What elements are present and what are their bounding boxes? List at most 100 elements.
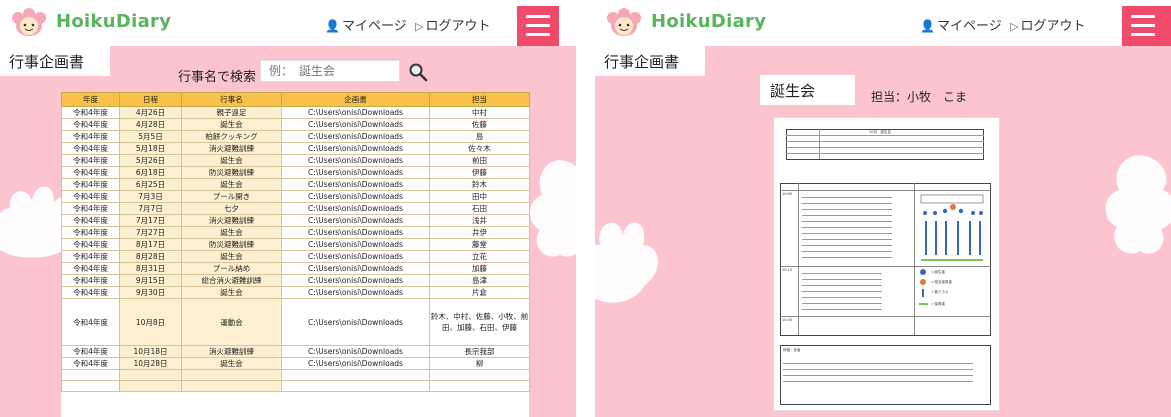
table-cell: 運動会 bbox=[181, 298, 282, 346]
table-row[interactable]: 令和4年度 8月28日 誕生会 C:\Users\onisi\Downloads 立花 bbox=[61, 250, 530, 263]
table-row[interactable]: 令和4年度 6月25日 誕生会 C:\Users\onisi\Downloads 鈴木 bbox=[61, 178, 530, 191]
table-cell: 令和4年度 bbox=[61, 357, 120, 370]
brand-logo-icon bbox=[607, 8, 641, 36]
plan-document-preview[interactable]: 10月 誕生会 10:00 10:15 10:30 ＝誕生者 ＝担当保育者 ＝各… bbox=[773, 117, 1000, 411]
plan-file-link[interactable]: C:\Users\onisi\Downloads bbox=[281, 262, 430, 275]
menu-bar bbox=[526, 33, 550, 36]
user-icon: 👤 bbox=[920, 19, 935, 33]
table-cell: 令和4年度 bbox=[61, 190, 120, 203]
evaluation-text-block bbox=[783, 360, 973, 386]
plan-file-link[interactable]: C:\Users\onisi\Downloads bbox=[281, 106, 430, 119]
table-cell: 加藤 bbox=[429, 262, 530, 275]
plan-file-link[interactable]: C:\Users\onisi\Downloads bbox=[281, 250, 430, 263]
brand-logo-icon bbox=[12, 8, 46, 36]
hamburger-menu-button[interactable] bbox=[1122, 6, 1171, 46]
logout-link[interactable]: ▷ ログアウト bbox=[415, 15, 490, 34]
table-cell bbox=[61, 369, 120, 381]
table-cell: 防災避難訓練 bbox=[181, 238, 282, 251]
table-row[interactable]: 令和4年度 5月26日 誕生会 C:\Users\onisi\Downloads 前田 bbox=[61, 154, 530, 167]
table-cell: 令和4年度 bbox=[61, 118, 120, 131]
table-row[interactable]: 令和4年度 6月18日 防災避難訓練 C:\Users\onisi\Downloads… bbox=[61, 166, 530, 179]
plan-file-link[interactable]: C:\Users\onisi\Downloads bbox=[281, 274, 430, 287]
table-cell: 令和4年度 bbox=[61, 214, 120, 227]
table-row[interactable]: 令和4年度 5月5日 柏餅クッキング C:\Users\onisi\Downloads… bbox=[61, 130, 530, 143]
mypage-link[interactable]: 👤 マイページ bbox=[920, 15, 1002, 34]
document-header-line: 10月 誕生会 bbox=[869, 130, 891, 134]
plan-file-link[interactable]: C:\Users\onisi\Downloads bbox=[281, 130, 430, 143]
plan-file-link[interactable]: C:\Users\onisi\Downloads bbox=[281, 214, 430, 227]
document-owner: 担当：小牧 こま bbox=[871, 90, 968, 104]
column-header: 企画書 bbox=[281, 92, 430, 107]
plan-file-link[interactable]: C:\Users\onisi\Downloads bbox=[281, 190, 430, 203]
plan-file-link[interactable]: C:\Users\onisi\Downloads bbox=[281, 226, 430, 239]
plan-file-link[interactable]: C:\Users\onisi\Downloads bbox=[281, 298, 430, 346]
plan-file-link[interactable]: C:\Users\onisi\Downloads bbox=[281, 286, 430, 299]
table-row[interactable]: 令和4年度 4月26日 親子遠足 C:\Users\onisi\Downloads 中村 bbox=[61, 106, 530, 119]
table-cell: 4月28日 bbox=[119, 118, 182, 131]
table-cell: 立花 bbox=[429, 250, 530, 263]
table-cell: 6月25日 bbox=[119, 178, 182, 191]
table-cell: 令和4年度 bbox=[61, 178, 120, 191]
plan-file-link[interactable]: C:\Users\onisi\Downloads bbox=[281, 202, 430, 215]
table-cell: 井伊 bbox=[429, 226, 530, 239]
table-cell: 佐々木 bbox=[429, 142, 530, 155]
table-cell: 誕生会 bbox=[181, 357, 282, 370]
table-row[interactable]: 令和4年度 9月15日 総合消火避難訓練 C:\Users\onisi\Downloa… bbox=[61, 274, 530, 287]
table-row[interactable]: 令和4年度 8月31日 プール納め C:\Users\onisi\Downloads 加… bbox=[61, 262, 530, 275]
table-cell: 5月26日 bbox=[119, 154, 182, 167]
legend-label: ＝担当保育者 bbox=[931, 280, 952, 284]
hand-decoration-right bbox=[1105, 155, 1171, 254]
plan-file-link[interactable]: C:\Users\onisi\Downloads bbox=[281, 118, 430, 131]
column-header: 日程 bbox=[119, 92, 182, 107]
plan-file-link[interactable]: C:\Users\onisi\Downloads bbox=[281, 154, 430, 167]
menu-bar bbox=[1131, 33, 1155, 36]
table-row[interactable]: 令和4年度 10月28日 誕生会 C:\Users\onisi\Downloads 柳 bbox=[61, 357, 530, 370]
table-cell: 7月27日 bbox=[119, 226, 182, 239]
plan-file-link[interactable]: C:\Users\onisi\Downloads bbox=[281, 166, 430, 179]
table-row[interactable]: 令和4年度 9月30日 誕生会 C:\Users\onisi\Downloads 片倉 bbox=[61, 286, 530, 299]
table-row[interactable]: 令和4年度 10月8日 運動会 C:\Users\onisi\Downloads 鈴木、… bbox=[61, 298, 530, 346]
activity-text-block bbox=[802, 270, 882, 310]
table-cell: 令和4年度 bbox=[61, 130, 120, 143]
plan-file-link[interactable]: C:\Users\onisi\Downloads bbox=[281, 345, 430, 358]
table-cell bbox=[181, 380, 282, 392]
table-cell: 柳 bbox=[429, 357, 530, 370]
table-row[interactable]: 令和4年度 7月3日 プール開き C:\Users\onisi\Downloads 田中 bbox=[61, 190, 530, 203]
table-row[interactable]: 令和4年度 10月18日 消火避難訓練 C:\Users\onisi\Download… bbox=[61, 345, 530, 358]
page-title-tab: 行事企画書 bbox=[595, 46, 705, 76]
table-cell: 令和4年度 bbox=[61, 262, 120, 275]
menu-bar bbox=[526, 15, 550, 18]
column-header: 担当 bbox=[429, 92, 530, 107]
table-cell: 令和4年度 bbox=[61, 226, 120, 239]
legend-label: ＝保育者 bbox=[931, 302, 945, 306]
plan-file-link[interactable]: C:\Users\onisi\Downloads bbox=[281, 357, 430, 370]
table-row[interactable]: 令和4年度 7月27日 誕生会 C:\Users\onisi\Downloads 井伊 bbox=[61, 226, 530, 239]
table-row[interactable]: 令和4年度 5月18日 消火避難訓練 C:\Users\onisi\Downloads… bbox=[61, 142, 530, 155]
table-row[interactable]: 令和4年度 4月28日 誕生会 C:\Users\onisi\Downloads 佐藤 bbox=[61, 118, 530, 131]
table-cell: 長宗我部 bbox=[429, 345, 530, 358]
search-input[interactable] bbox=[260, 60, 400, 82]
table-row[interactable]: 令和4年度 8月17日 防災避難訓練 C:\Users\onisi\Downloads… bbox=[61, 238, 530, 251]
plan-file-link[interactable]: C:\Users\onisi\Downloads bbox=[281, 142, 430, 155]
page-title-tab: 行事企画書 bbox=[0, 46, 110, 76]
time-label: 10:30 bbox=[782, 318, 793, 322]
table-row[interactable]: 令和4年度 7月17日 消火避難訓練 C:\Users\onisi\Downloads… bbox=[61, 214, 530, 227]
table-cell bbox=[281, 380, 430, 392]
menu-bar bbox=[1131, 15, 1155, 18]
table-cell: 七夕 bbox=[181, 202, 282, 215]
table-cell: 令和4年度 bbox=[61, 274, 120, 287]
plan-file-link[interactable]: C:\Users\onisi\Downloads bbox=[281, 238, 430, 251]
hamburger-menu-button[interactable] bbox=[517, 6, 559, 46]
plan-file-link[interactable]: C:\Users\onisi\Downloads bbox=[281, 178, 430, 191]
table-cell: 令和4年度 bbox=[61, 298, 120, 346]
logout-link[interactable]: ▷ ログアウト bbox=[1010, 15, 1085, 34]
mypage-link[interactable]: 👤 マイページ bbox=[325, 15, 407, 34]
brand-name[interactable]: HoikuDiary bbox=[651, 11, 766, 32]
table-cell: 伊藤 bbox=[429, 166, 530, 179]
hand-decoration-left bbox=[595, 222, 658, 303]
table-row[interactable]: 令和4年度 7月7日 七夕 C:\Users\onisi\Downloads 石田 bbox=[61, 202, 530, 215]
brand-name[interactable]: HoikuDiary bbox=[56, 11, 171, 32]
table-cell: 前田 bbox=[429, 154, 530, 167]
search-icon[interactable] bbox=[408, 62, 428, 82]
table-cell: 令和4年度 bbox=[61, 154, 120, 167]
